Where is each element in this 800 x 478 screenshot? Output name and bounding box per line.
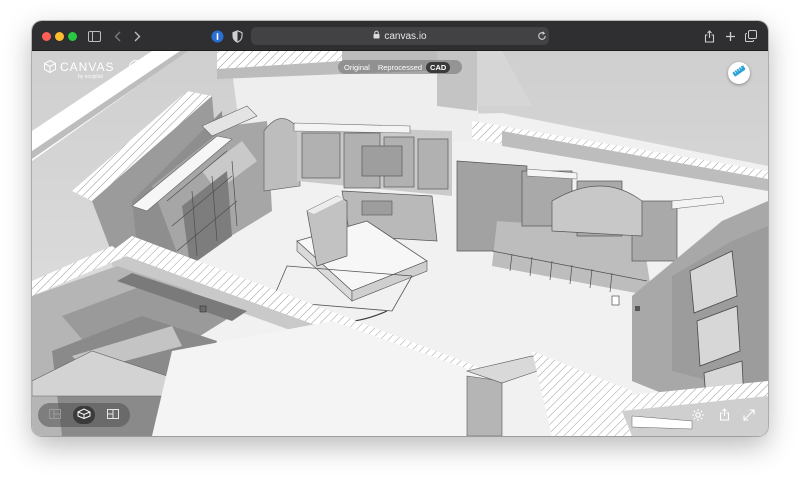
sidebar-icon[interactable] xyxy=(87,29,101,43)
info-button[interactable]: i xyxy=(129,60,143,74)
lock-icon xyxy=(373,30,380,42)
password-manager-icon[interactable] xyxy=(210,29,224,43)
expand-icon xyxy=(743,408,755,426)
fullscreen-button[interactable] xyxy=(742,408,756,426)
zoom-window-button[interactable] xyxy=(68,32,77,41)
browser-toolbar: canvas.io xyxy=(32,21,768,51)
floorplan-3d-model[interactable] xyxy=(32,51,768,436)
share-icon xyxy=(719,408,730,426)
floorplan-view-button[interactable] xyxy=(44,406,66,424)
back-icon[interactable] xyxy=(111,29,125,43)
brand-subtitle: by occipital xyxy=(78,74,103,80)
minimize-window-button[interactable] xyxy=(55,32,64,41)
settings-button[interactable] xyxy=(691,408,705,427)
view-toolbar xyxy=(38,403,130,427)
floorplan-icon xyxy=(49,406,61,424)
view-mode-reprocessed[interactable]: Reprocessed xyxy=(374,62,426,73)
reload-icon[interactable] xyxy=(535,29,549,43)
settings-icon xyxy=(691,408,705,427)
tabs-overview-icon[interactable] xyxy=(744,29,758,43)
share-model-button[interactable] xyxy=(717,408,731,426)
close-window-button[interactable] xyxy=(42,32,51,41)
view-mode-original[interactable]: Original xyxy=(340,62,374,73)
ruler-icon xyxy=(732,64,746,82)
brand-name: CANVAS xyxy=(60,60,115,74)
cad-3d-viewport[interactable]: CANVAS by occipital i Original Reprocess… xyxy=(32,51,768,436)
measure-tool-button[interactable] xyxy=(728,62,750,84)
3d-view-icon xyxy=(77,406,91,424)
browser-window: canvas.io CANVAS by occipital i Original… xyxy=(32,21,768,436)
layout-icon xyxy=(107,406,119,424)
info-icon: i xyxy=(134,62,138,72)
3d-view-button[interactable] xyxy=(73,406,95,424)
shield-icon[interactable] xyxy=(230,29,244,43)
canvas-logo-icon xyxy=(44,59,56,78)
view-mode-switcher: Original Reprocessed CAD xyxy=(338,60,462,74)
layout-view-button[interactable] xyxy=(102,406,124,424)
new-tab-icon[interactable] xyxy=(723,29,737,43)
forward-icon[interactable] xyxy=(130,29,144,43)
view-mode-cad[interactable]: CAD xyxy=(426,61,451,73)
url-text: canvas.io xyxy=(384,30,427,42)
share-icon[interactable] xyxy=(702,29,716,43)
address-bar[interactable]: canvas.io xyxy=(251,27,549,45)
